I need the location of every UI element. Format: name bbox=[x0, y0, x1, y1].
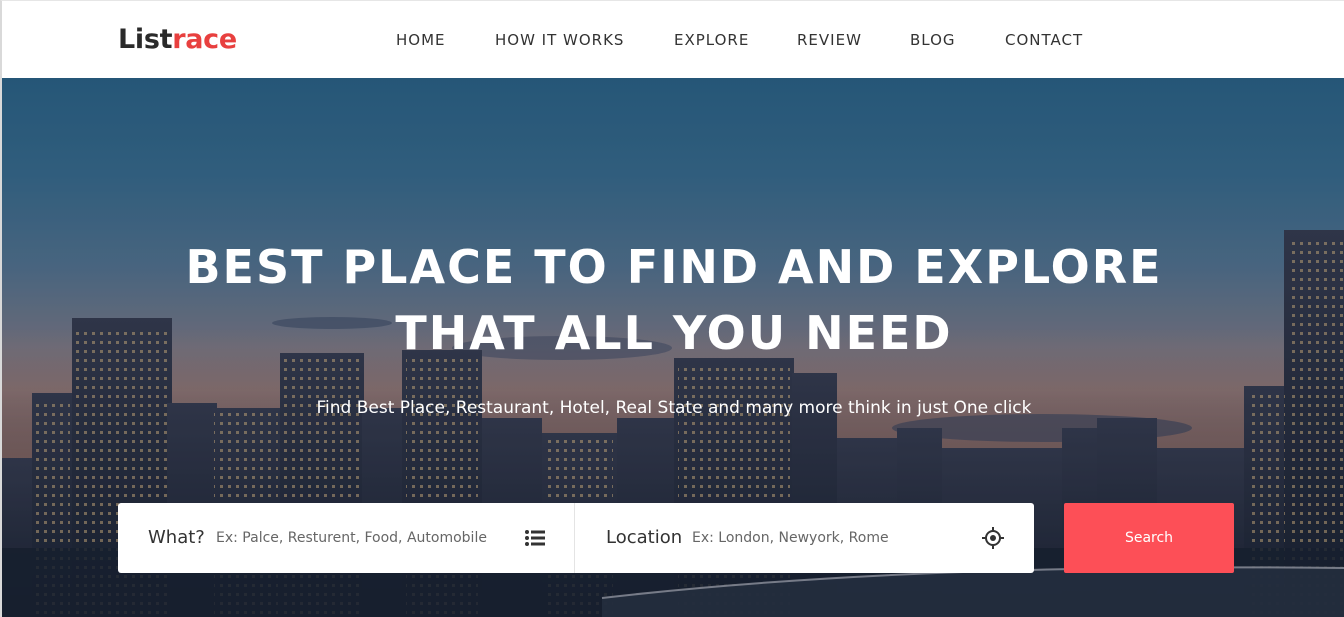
search-bar: What? Location bbox=[118, 503, 1034, 573]
list-icon[interactable] bbox=[524, 527, 546, 549]
nav-item-blog[interactable]: BLOG bbox=[910, 31, 956, 49]
location-input[interactable] bbox=[692, 525, 972, 551]
location-field: Location bbox=[576, 503, 1034, 573]
what-input[interactable] bbox=[216, 525, 516, 551]
top-header: Listrace HOME HOW IT WORKS EXPLORE REVIE… bbox=[0, 0, 1344, 78]
nav-item-home[interactable]: HOME bbox=[396, 31, 446, 49]
hero-title-line-1: BEST PLACE TO FIND AND EXPLORE bbox=[185, 240, 1163, 294]
what-field: What? bbox=[118, 503, 575, 573]
logo-text-primary: List bbox=[118, 24, 173, 55]
logo-text-accent: race bbox=[172, 24, 237, 55]
nav-item-review[interactable]: REVIEW bbox=[797, 31, 862, 49]
hero-title-line-2: THAT ALL YOU NEED bbox=[395, 306, 953, 360]
page: Listrace HOME HOW IT WORKS EXPLORE REVIE… bbox=[0, 0, 1344, 617]
what-label: What? bbox=[148, 527, 205, 548]
crosshair-icon[interactable] bbox=[982, 527, 1004, 549]
nav-item-how-it-works[interactable]: HOW IT WORKS bbox=[495, 31, 624, 49]
hero-section: BEST PLACE TO FIND AND EXPLORE THAT ALL … bbox=[0, 78, 1344, 617]
search-button[interactable]: Search bbox=[1064, 503, 1234, 573]
logo[interactable]: Listrace bbox=[118, 23, 237, 57]
nav-item-contact[interactable]: CONTACT bbox=[1005, 31, 1083, 49]
nav-item-explore[interactable]: EXPLORE bbox=[674, 31, 749, 49]
hero-subtitle: Find Best Place, Restaurant, Hotel, Real… bbox=[316, 398, 1032, 418]
location-label: Location bbox=[606, 527, 683, 548]
